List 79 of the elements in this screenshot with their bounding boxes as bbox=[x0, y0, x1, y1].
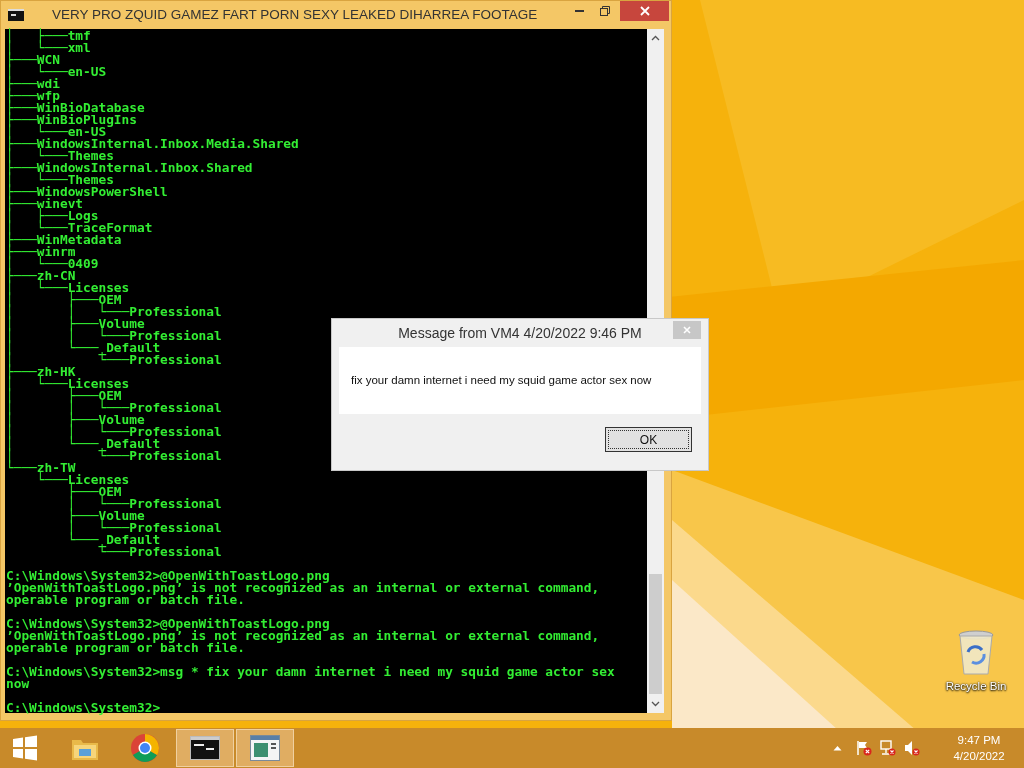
console-icon bbox=[190, 736, 220, 760]
console-line: └───zh-TW bbox=[5, 462, 76, 474]
console-line: │ ├───OEM bbox=[5, 390, 122, 402]
console-line: │ └───_Default bbox=[5, 342, 161, 354]
close-icon bbox=[683, 326, 691, 334]
console-line: ├───WinBioPlugIns bbox=[5, 114, 137, 126]
show-hidden-icons-icon[interactable] bbox=[833, 745, 842, 751]
windows-logo-icon bbox=[12, 735, 38, 761]
console-icon bbox=[8, 9, 24, 21]
console-line: │ ├───Logs bbox=[5, 210, 99, 222]
console-line: │ └───Themes bbox=[5, 150, 114, 162]
console-line: │ └───en-US bbox=[5, 126, 107, 138]
console-line: ├───zh-CN bbox=[5, 270, 76, 282]
console-line: │ └───_Default bbox=[5, 438, 161, 450]
console-line: ├───WCN bbox=[5, 54, 60, 66]
console-line: │ │ └───Professional bbox=[5, 330, 222, 342]
console-line: ├───Volume bbox=[66, 510, 145, 522]
console-line: ’OpenWithToastLogo.png’ is not recognized as an internal or external command, bbox=[5, 582, 600, 594]
console-line: │ ├───Volume bbox=[5, 414, 145, 426]
console-line: │ └───TraceFormat bbox=[5, 222, 153, 234]
console-line: │ ├───OEM bbox=[5, 294, 122, 306]
scroll-down-icon[interactable] bbox=[651, 701, 660, 707]
ok-button[interactable]: OK bbox=[605, 427, 692, 452]
window-icon bbox=[250, 735, 280, 761]
console-line: C:\Windows\System32>@OpenWithToastLogo.png bbox=[5, 618, 330, 630]
console-line: │ │ └───Professional bbox=[5, 402, 222, 414]
console-line: └───Professional bbox=[98, 546, 222, 558]
console-line: ├───wdi bbox=[5, 78, 60, 90]
console-line: ├───wfp bbox=[5, 90, 60, 102]
console-line: now bbox=[5, 678, 30, 690]
console-line: ├───WindowsInternal.Inbox.Shared bbox=[5, 162, 253, 174]
message-text: fix your damn internet i need my squid game actor sex now bbox=[351, 372, 652, 388]
console-line: │ ├───Volume bbox=[5, 318, 145, 330]
dialog-title: Message from VM4 4/20/2022 9:46 PM bbox=[398, 323, 642, 343]
console-line: C:\Windows\System32> bbox=[5, 702, 161, 714]
console-line: └───_Default bbox=[66, 534, 161, 546]
console-line: │ │ └───Professional bbox=[5, 426, 222, 438]
console-line: │ └───Licenses bbox=[5, 378, 130, 390]
console-line: │ └───Licenses bbox=[5, 282, 130, 294]
close-button[interactable] bbox=[620, 1, 669, 21]
window-title: VERY PRO ZQUID GAMEZ FART PORN SEXY LEAKED DIHARREA FOOTAGE bbox=[52, 5, 538, 24]
console-line: │ └───xml bbox=[5, 42, 91, 54]
clock[interactable]: 9:47 PM 4/20/2022 bbox=[942, 732, 1016, 764]
console-line: └───Licenses bbox=[35, 474, 130, 486]
console-line: operable program or batch file. bbox=[5, 642, 245, 654]
console-line: ├───WinMetadata bbox=[5, 234, 122, 246]
console-line: ├───WinBioDatabase bbox=[5, 102, 145, 114]
console-line: │ ├───tmf bbox=[5, 30, 91, 42]
console-line: operable program or batch file. bbox=[5, 594, 245, 606]
restore-icon bbox=[600, 6, 610, 16]
close-icon bbox=[639, 6, 650, 16]
recycle-bin-icon[interactable] bbox=[958, 630, 994, 676]
console-line: ├───winevt bbox=[5, 198, 84, 210]
console-line: │ └───Professional bbox=[5, 450, 222, 462]
clock-date: 4/20/2022 bbox=[953, 749, 1005, 764]
console-line: ├───winrm bbox=[5, 246, 76, 258]
console-line: ├───zh-HK bbox=[5, 366, 76, 378]
clock-time: 9:47 PM bbox=[957, 733, 1001, 748]
console-line: ’OpenWithToastLogo.png’ is not recognized as an internal or external command, bbox=[5, 630, 600, 642]
console-line: │ └───0409 bbox=[5, 258, 99, 270]
taskbar-app[interactable] bbox=[176, 729, 234, 767]
scrollbar-thumb[interactable] bbox=[649, 574, 662, 694]
console-line: │ │ └───Professional bbox=[5, 306, 222, 318]
console-line: C:\Windows\System32>msg * fix your damn internet i need my squid game actor sex bbox=[5, 666, 615, 678]
desktop-icon-label[interactable]: Recycle Bin bbox=[945, 678, 1007, 696]
console-line: │ └───en-US bbox=[5, 66, 107, 78]
console-line: ├───OEM bbox=[66, 486, 122, 498]
console-line: ├───WindowsInternal.Inbox.Media.Shared bbox=[5, 138, 299, 150]
scroll-up-icon[interactable] bbox=[651, 35, 660, 41]
flag-icon[interactable] bbox=[856, 740, 872, 756]
console-line: │ └───Themes bbox=[5, 174, 114, 186]
console-line: │ └───Professional bbox=[66, 498, 222, 510]
console-line: │ └───Professional bbox=[66, 522, 222, 534]
console-line: │ └───Professional bbox=[5, 354, 222, 366]
console-line: ├───WindowsPowerShell bbox=[5, 186, 168, 198]
speaker-muted-icon[interactable] bbox=[904, 740, 920, 756]
network-icon[interactable] bbox=[880, 740, 896, 756]
console-line: C:\Windows\System32>@OpenWithToastLogo.png bbox=[5, 570, 330, 582]
chrome-icon bbox=[130, 733, 160, 763]
